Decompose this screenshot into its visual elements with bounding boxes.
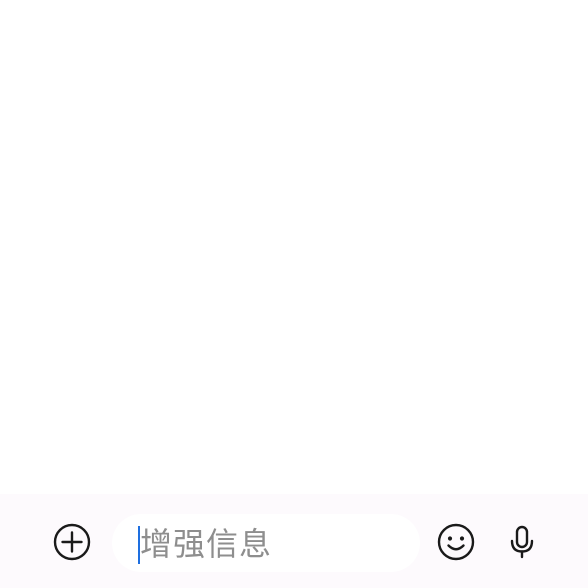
add-attachment-button[interactable] (50, 520, 94, 564)
message-area (0, 0, 588, 494)
voice-input-button[interactable] (500, 520, 544, 564)
emoji-button[interactable] (434, 520, 478, 564)
smiley-face-icon (436, 522, 476, 562)
message-input-placeholder: 增强信息 (140, 525, 273, 563)
microphone-icon (502, 522, 542, 562)
message-composer-bar: 增强信息 (0, 494, 588, 588)
add-circle-icon (52, 522, 92, 562)
message-input-field[interactable]: 增强信息 (112, 514, 420, 572)
